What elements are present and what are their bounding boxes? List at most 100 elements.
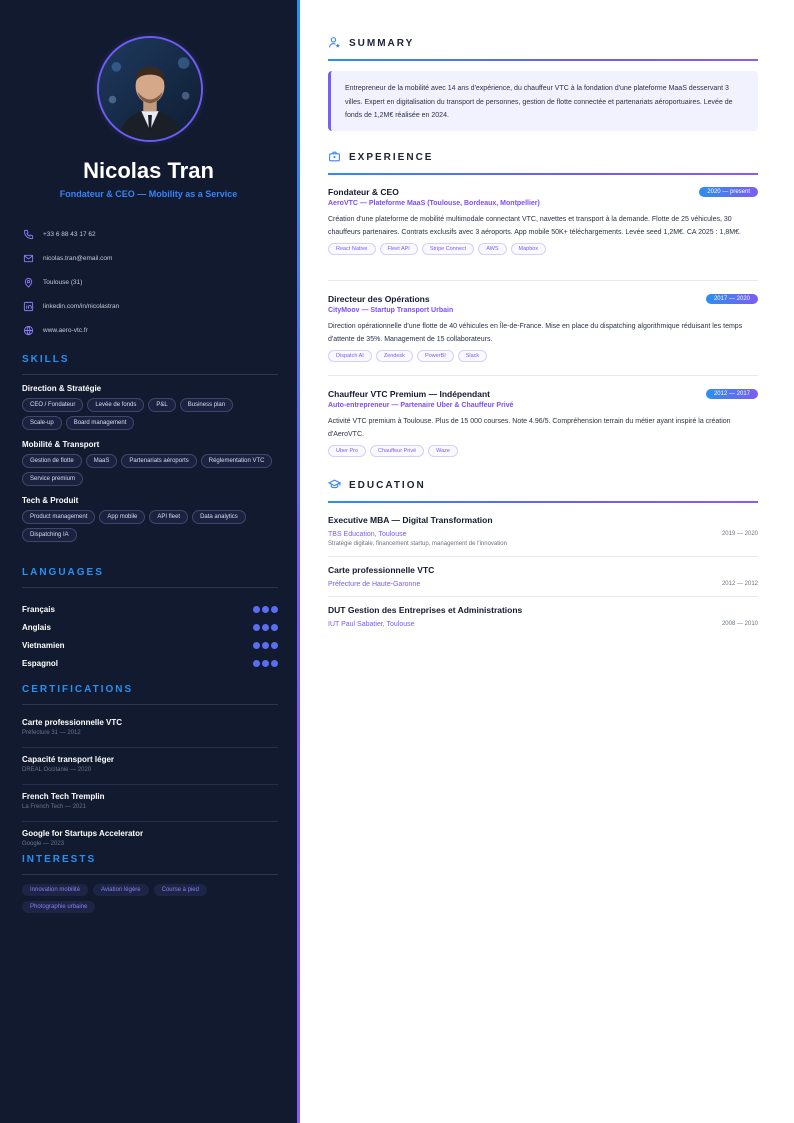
tech-tag: AWS [478,243,507,255]
skill-chip: Service premium [22,472,84,486]
skill-chip: Réglementation VTC [200,454,273,468]
skill-group-title: Direction & Stratégie [22,384,102,393]
experience-dates-badge: 2020 — present [699,186,758,197]
language-row: Vietnamien [22,636,278,654]
experience-description: Direction opérationnelle d'une flotte de… [328,323,743,343]
contact-website-text: www.aero-vtc.fr [43,326,88,334]
summary-header: SUMMARY [328,36,758,64]
tech-tag: Uber Pro [328,445,367,457]
experience-header: EXPERIENCE [328,150,758,178]
experience-title: Fondateur & CEO [328,186,399,197]
experience-description: Création d'une plateforme de mobilité mu… [328,216,741,236]
summary-heading: SUMMARY [349,38,415,49]
tech-tag: Dispatch AI [328,350,372,362]
experience-item: Fondateur & CEO 2020 — present AeroVTC —… [328,185,758,255]
language-level-dots [251,659,278,667]
graduation-cap-icon [327,478,342,492]
experience-divider [328,173,758,175]
languages-heading: LANGUAGES [22,567,278,588]
skill-chip: API fleet [149,510,189,524]
education-separator [328,596,758,597]
tech-tag: Slack [457,350,488,362]
skill-chip: Business plan [179,398,234,412]
certifications-heading: CERTIFICATIONS [22,684,278,705]
experience-company: CityMoov — Startup Transport Urbain [328,307,454,314]
languages-section: Français Anglais Vietnamien Espagnol [22,600,278,672]
skill-chip: Gestion de flotte [22,454,82,468]
language-name: Anglais [22,622,51,632]
certification-title: French Tech Tremplin [22,792,105,801]
experience-title: Directeur des Opérations [328,293,430,304]
skills-heading: SKILLS [22,354,278,375]
tech-tag: PowerBI [416,350,454,362]
experience-dates-badge: 2017 — 2020 [705,293,758,304]
certification-title: Capacité transport léger [22,755,115,764]
contact-website[interactable]: www.aero-vtc.fr [22,318,278,342]
profile-photo-glow [93,32,207,146]
certification-issuer: DREAL Occitanie — 2020 [22,767,92,773]
tech-tag: Fleet API [379,243,418,255]
language-level-dots [251,641,278,649]
language-level-dots [251,623,278,631]
skill-chip: Data analytics [192,510,246,524]
skill-chip: MaaS [85,454,118,468]
experience-company: AeroVTC — Plateforme MaaS (Toulouse, Bor… [328,200,540,207]
experience-separator [328,280,758,281]
contact-location: Toulouse (31) [22,270,278,294]
skill-chip: Dispatching IA [22,528,77,542]
language-row: Anglais [22,618,278,636]
contact-linkedin[interactable]: linkedin.com/in/nicolastran [22,294,278,318]
interest-chip: Course à pied [153,884,207,896]
interests-heading: INTERESTS [22,854,278,875]
experience-dates-badge: 2012 — 2017 [705,388,758,399]
experience-description: Activité VTC premium à Toulouse. Plus de… [328,418,731,438]
language-level-dots [251,605,278,613]
certifications-section: Carte professionnelle VTC Préfecture 31 … [22,717,278,865]
language-name: Espagnol [22,658,59,668]
location-pin-icon [22,276,35,289]
profile-role: Fondateur & CEO — Mobility as a Service [59,189,238,199]
language-row: Français [22,600,278,618]
education-years: 2019 — 2020 [721,531,758,537]
education-school: IUT Paul Sabatier, Toulouse [328,620,415,628]
certification-item: Carte professionnelle VTC Préfecture 31 … [22,717,278,748]
contact-linkedin-text: linkedin.com/in/nicolastran [43,302,120,310]
education-header: EDUCATION [327,478,758,506]
skill-chip: Scale-up [22,416,62,430]
education-years: 2012 — 2012 [721,581,758,587]
experience-title: Chauffeur VTC Premium — Indépendant [328,388,490,399]
contact-email[interactable]: nicolas.tran@email.com [22,246,278,270]
certification-issuer: Google — 2023 [22,841,65,847]
education-title: Carte professionnelle VTC [328,565,435,575]
profile-photo [97,36,203,142]
sidebar-accent-border [297,0,300,1123]
skill-chip: CEO / Fondateur [22,398,84,412]
skill-chip: Product management [22,510,96,524]
interest-chip: Innovation mobilité [22,884,89,896]
tech-tag: Waze [428,445,458,457]
user-star-icon [328,36,342,50]
skill-group: Direction & Stratégie CEO / Fondateur Le… [22,384,278,434]
education-item: Executive MBA — Digital Transformation T… [328,515,758,547]
education-item: DUT Gestion des Entreprises et Administr… [328,605,758,630]
briefcase-icon [328,150,342,164]
certification-item: Capacité transport léger DREAL Occitanie… [22,754,278,785]
education-title: Executive MBA — Digital Transformation [328,515,493,525]
tech-tag: React Native [328,243,376,255]
certification-item: French Tech Tremplin La French Tech — 20… [22,791,278,822]
contact-phone[interactable]: +33 6 88 43 17 62 [22,222,278,246]
interests-section: Innovation mobilité Aviation légère Cour… [22,884,278,918]
globe-icon [22,324,35,337]
profile-name: Nicolas Tran [83,158,214,183]
skill-chip: Partenariats aéroports [121,454,197,468]
tech-tag: Zendesk [375,350,413,362]
skill-group: Mobilité & Transport Gestion de flotte M… [22,440,278,490]
tech-tag: Mapbox [510,243,547,255]
contact-email-text: nicolas.tran@email.com [43,254,113,262]
summary-text: Entrepreneur de la mobilité avec 14 ans … [328,71,758,131]
language-row: Espagnol [22,654,278,672]
mail-icon [22,252,35,265]
linkedin-icon [22,300,35,313]
education-school: Préfecture de Haute-Garonne [328,580,421,588]
certification-issuer: Préfecture 31 — 2012 [22,730,81,736]
